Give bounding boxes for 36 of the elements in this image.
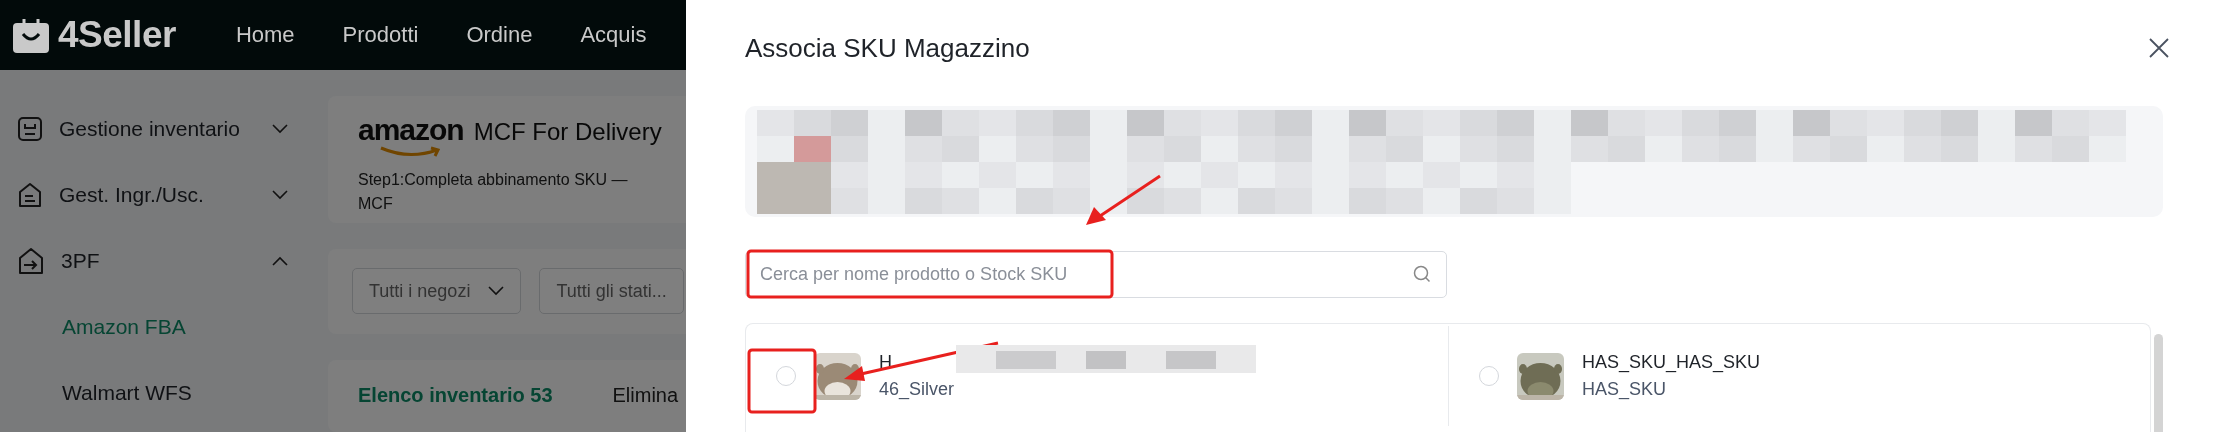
chevron-down-icon	[272, 190, 288, 200]
shopping-bag-icon	[12, 16, 50, 54]
sidebar-subitem[interactable]: Amazon FBA	[0, 294, 310, 360]
sidebar-subitem[interactable]: Walmart WFS	[0, 360, 310, 426]
dialog-title: Associa SKU Magazzino	[745, 33, 1030, 64]
filter-select[interactable]: Tutti i negozi	[352, 268, 522, 315]
brand-logo-text: amazon	[358, 114, 464, 146]
clipboard-icon	[17, 116, 43, 142]
chevron-down-icon	[272, 124, 288, 134]
search-icon	[1413, 265, 1431, 283]
page-title: MCF For Delivery	[473, 118, 662, 146]
product-name: HAS_SKU_HAS_SKU	[1582, 352, 1761, 373]
nav-link[interactable]: Ordine	[466, 22, 533, 48]
search-field[interactable]: Cerca per nome prodotto o Stock SKU	[745, 251, 1447, 298]
chevron-down-icon	[488, 286, 505, 297]
step-text: Step1:Completa abbinamento SKU —	[358, 170, 629, 190]
scrollbar[interactable]	[2154, 334, 2163, 432]
nav-link[interactable]: Acquis	[580, 22, 647, 48]
step-text: MCF	[358, 194, 394, 214]
filter-select[interactable]: Tutti gli stati...	[539, 268, 684, 315]
delete-action[interactable]: Elimina	[612, 384, 679, 408]
document-icon	[17, 182, 43, 208]
chevron-up-icon	[272, 256, 288, 266]
product-sku: HAS_SKU	[1582, 379, 1668, 400]
sidebar-item[interactable]: Gestione inventario	[0, 96, 310, 162]
sidebar-item[interactable]: 3PF	[0, 228, 310, 294]
sidebar-item[interactable]: Gest. Ingr./Usc.	[0, 162, 310, 228]
close-icon[interactable]	[2147, 36, 2171, 60]
logo-text: 4Seller	[58, 14, 176, 56]
smile-arrow-icon	[378, 146, 443, 158]
nav-link[interactable]: Prodotti	[342, 22, 419, 48]
product-sku: 46_Silver	[879, 379, 955, 400]
nav-link[interactable]: Home	[235, 22, 295, 48]
annotation-box	[747, 348, 817, 414]
inventory-title: Elenco inventario 53	[358, 384, 553, 408]
house-arrow-icon	[17, 247, 45, 275]
